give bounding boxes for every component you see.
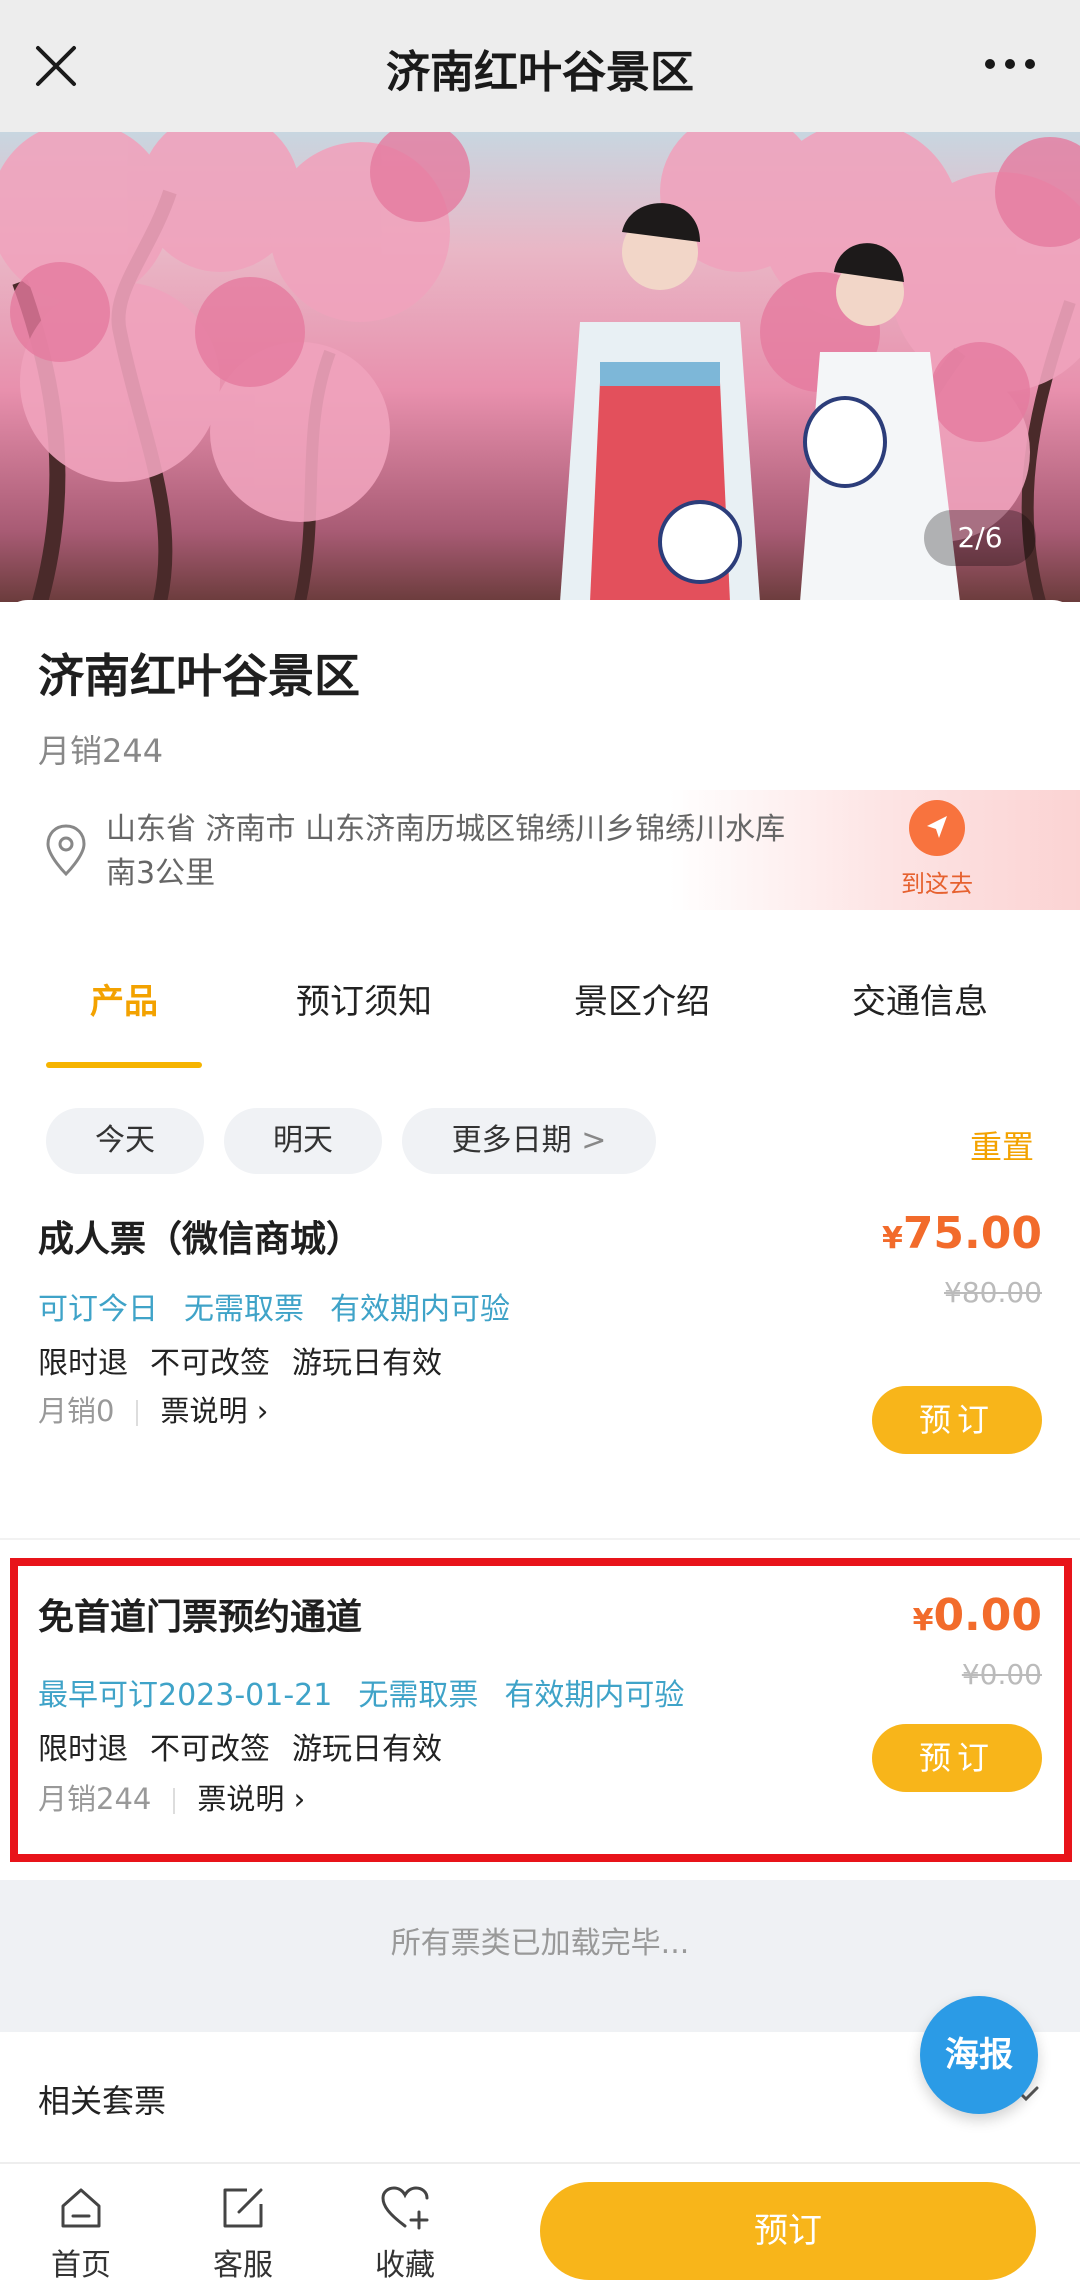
active-tab-indicator (46, 1062, 202, 1068)
date-chip-more[interactable]: 更多日期 > (402, 1108, 656, 1174)
ticket-item[interactable]: 成人票（微信商城） ¥75.00 ¥80.00 可订今日 无需取票 有效期内可验 限… (0, 1200, 1080, 1520)
chevron-right-icon: › (256, 1394, 269, 1428)
tab-booking-notice[interactable]: 预订须知 (296, 974, 432, 1023)
divider (0, 1538, 1080, 1540)
ticket-price: ¥75.00 (882, 1208, 1042, 1259)
page-title: 济南红叶谷景区 (386, 47, 694, 98)
tab-attraction-intro[interactable]: 景区介绍 (574, 974, 710, 1023)
original-price: ¥80.00 (944, 1276, 1042, 1309)
more-dates-label: 更多日期 (451, 1123, 572, 1158)
navigation-arrow-icon (909, 800, 965, 856)
poster-button[interactable]: 海报 (920, 1996, 1038, 2114)
date-chip-today[interactable]: 今天 (46, 1108, 204, 1174)
tag: 可订今日 (38, 1292, 158, 1327)
service-label: 客服 (213, 2248, 273, 2283)
list-end-notice: 所有票类已加载完毕... (0, 1880, 1080, 2032)
related-packages-label: 相关套票 (38, 2082, 167, 2120)
bottom-action-bar: 首页 客服 收藏 预订 (0, 2162, 1080, 2293)
rule: 限时退 (38, 1346, 128, 1381)
chevron-right-icon: > (581, 1123, 607, 1158)
ticket-name: 成人票（微信商城） (38, 1219, 363, 1260)
hero-image-carousel[interactable]: 2/6 (0, 132, 1080, 602)
rule: 不可改签 (150, 1346, 270, 1381)
top-nav-bar: 济南红叶谷景区 (0, 0, 1080, 132)
ticket-tags: 可订今日 无需取票 有效期内可验 (38, 1284, 536, 1328)
carousel-counter: 2/6 (924, 510, 1036, 566)
home-button[interactable]: 首页 (26, 2182, 136, 2284)
book-button[interactable]: 预订 (872, 1386, 1042, 1454)
ticket-rules: 限时退 不可改签 游玩日有效 (38, 1338, 464, 1382)
ticket-sales: 月销0 (38, 1394, 115, 1428)
location-pin-icon (46, 824, 86, 877)
heart-plus-icon (381, 2186, 429, 2230)
price-value: 75.00 (902, 1208, 1042, 1259)
tab-bar: 产品 预订须知 景区介绍 交通信息 (0, 974, 1080, 1054)
rule: 游玩日有效 (292, 1346, 442, 1381)
navigate-button[interactable]: 到这去 (882, 800, 992, 899)
favorite-label: 收藏 (375, 2248, 435, 2283)
tag: 有效期内可验 (330, 1292, 510, 1327)
customer-service-button[interactable]: 客服 (188, 2182, 298, 2284)
home-icon (61, 2188, 101, 2228)
attraction-name: 济南红叶谷景区 (38, 649, 360, 703)
tag: 无需取票 (184, 1292, 304, 1327)
monthly-sales: 月销244 (38, 732, 164, 770)
edit-icon (223, 2188, 263, 2228)
more-dots-icon[interactable] (982, 54, 1038, 74)
related-packages-row[interactable]: 相关套票 (0, 2032, 1080, 2162)
home-label: 首页 (51, 2248, 111, 2283)
tab-transport-info[interactable]: 交通信息 (852, 974, 988, 1023)
separator (136, 1400, 139, 1426)
ticket-description-link[interactable]: 票说明 › (160, 1394, 268, 1428)
all-loaded-text: 所有票类已加载完毕... (390, 1926, 690, 1961)
address-line-1: 山东省 济南市 山东济南历城区锦绣川乡锦绣川水库 (106, 812, 786, 847)
favorite-button[interactable]: 收藏 (350, 2182, 460, 2284)
cherry-blossom-photo (0, 132, 1080, 602)
address-text: 山东省 济南市 山东济南历城区锦绣川乡锦绣川水库 南3公里 (106, 808, 866, 896)
address-line-2: 南3公里 (106, 856, 216, 891)
currency-symbol: ¥ (881, 1221, 903, 1256)
book-now-button[interactable]: 预订 (540, 2182, 1036, 2280)
tab-products[interactable]: 产品 (90, 974, 158, 1023)
date-chip-tomorrow[interactable]: 明天 (224, 1108, 382, 1174)
address-row[interactable]: 山东省 济南市 山东济南历城区锦绣川乡锦绣川水库 南3公里 到这去 (0, 790, 1080, 910)
reset-button[interactable]: 重置 (970, 1122, 1034, 1168)
navigate-label: 到这去 (901, 870, 973, 898)
ticket-meta: 月销0 票说明 › (38, 1388, 268, 1430)
highlight-annotation-box (10, 1558, 1072, 1862)
